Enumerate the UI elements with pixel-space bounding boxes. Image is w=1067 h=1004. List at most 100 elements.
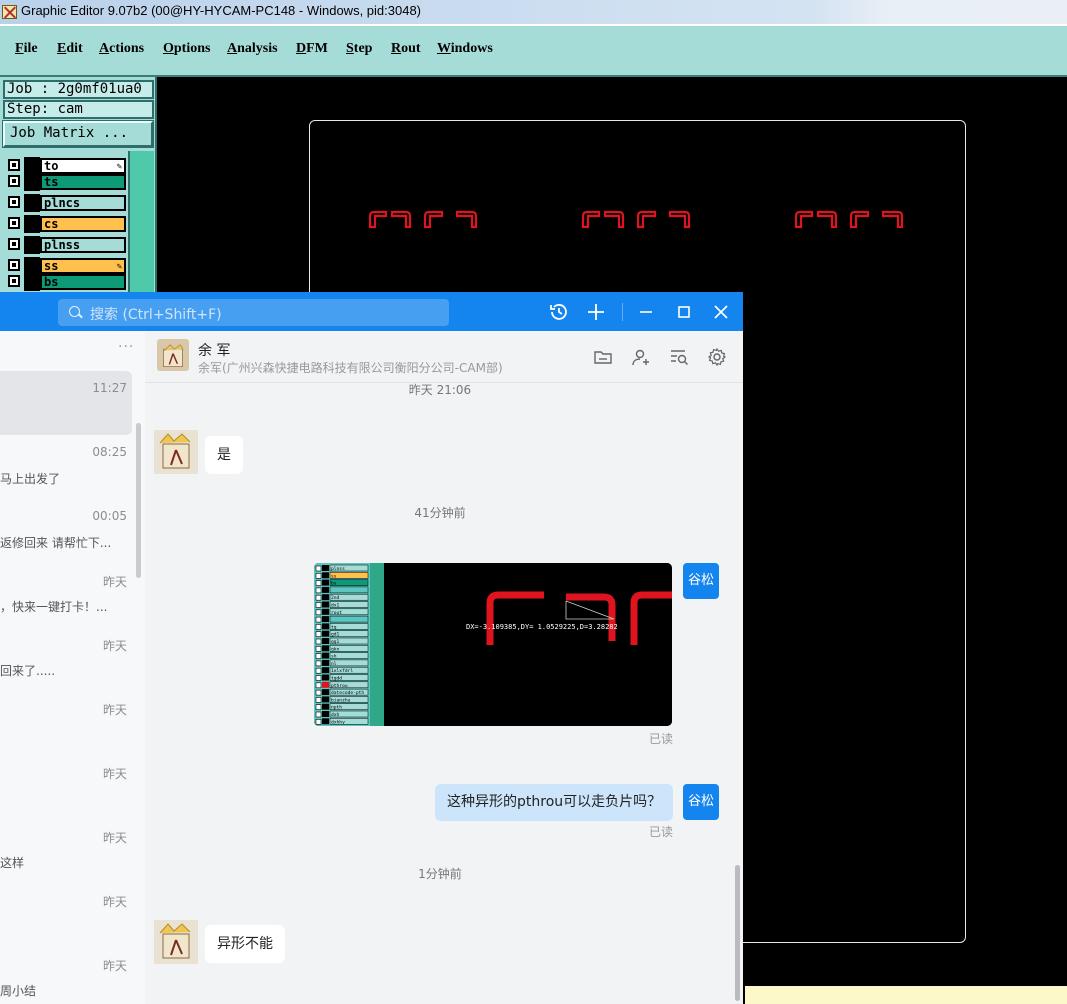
mini-layer-checkbox (315, 616, 322, 623)
mini-layer-name: 2nd (331, 595, 340, 601)
mini-layer-name: pthrou (331, 683, 348, 689)
layer-checkbox[interactable] (8, 259, 20, 271)
mini-layer-swatch (322, 659, 329, 666)
mini-layer-checkbox (315, 638, 322, 645)
contact-avatar-msg[interactable] (154, 920, 198, 964)
pthrou-shape (455, 210, 478, 229)
menu-step[interactable]: Step (346, 41, 372, 57)
settings-icon[interactable] (707, 347, 727, 367)
read-receipt: 已读 (649, 732, 674, 746)
pthrou-shape (881, 210, 904, 229)
menu-rout[interactable]: Rout (391, 41, 421, 57)
mini-layer-name: npth (331, 705, 342, 711)
layer-name: ts (40, 174, 126, 190)
conversation-item[interactable]: 08:25 马上出发了 (0, 435, 132, 499)
layer-checkbox[interactable] (8, 175, 20, 187)
message-area: 昨天 21:06 是 41分钟前 plnss ss bs 2nd dx1 rou… (145, 383, 743, 1004)
mini-layer-checkbox (315, 667, 322, 674)
layer-row-bs[interactable]: bs (6, 273, 126, 291)
editor-left-panel: Job : 2g0mf01ua0 Step: cam Job Matrix ..… (0, 77, 157, 311)
layer-edit-icon: ✎ (116, 262, 122, 272)
search-history-icon[interactable] (669, 347, 689, 367)
menu-analysis[interactable]: Analysis (227, 41, 278, 57)
mini-layer-checkbox (315, 704, 322, 710)
conversation-time: 昨天 (102, 639, 127, 653)
mini-layer-checkbox (315, 719, 322, 725)
avatar-image (154, 430, 198, 474)
layer-checkbox[interactable] (8, 238, 20, 250)
layer-row-plncs[interactable]: plncs (6, 194, 126, 212)
menu-edit[interactable]: Edit (57, 41, 83, 57)
menu-file[interactable]: File (15, 41, 38, 57)
folder-icon[interactable] (593, 347, 613, 367)
mini-layer-name: ss (331, 574, 337, 579)
mini-layer-swatch (322, 711, 329, 717)
conversation-item[interactable]: 昨天 回来了..... (0, 627, 132, 691)
conversation-item[interactable]: 昨天 (0, 691, 132, 755)
search-icon (69, 306, 80, 317)
job-matrix-button[interactable]: Job Matrix ... (2, 120, 154, 148)
menu-options[interactable]: Options (163, 41, 210, 57)
add-icon[interactable] (585, 301, 607, 323)
menu-dfm[interactable]: DFM (296, 41, 328, 57)
measure-readout: DX=-3.109385,DY= 1.0529225,D=3.28282 (466, 623, 618, 631)
message-scrollbar[interactable] (735, 865, 740, 1001)
mini-layer-swatch (322, 689, 329, 696)
chat-window: 搜索 (Ctrl+Shift+F) ··· 11:27 08:25 马上出发了 … (0, 292, 743, 1004)
layer-scrollbar[interactable] (128, 151, 154, 311)
pthrou-shape (636, 210, 657, 229)
image-message[interactable]: plnss ss bs 2nd dx1 rout tg gd1 gg1 gkn sh nl 1xlxfd… (314, 563, 672, 726)
chat-header: 余 军 余军(广州兴森快捷电路科技有限公司衡阳分公司-CAM部) (145, 331, 743, 383)
maximize-icon[interactable] (673, 301, 695, 323)
mini-layer-swatch (322, 586, 329, 593)
conversation-item[interactable]: 11:27 (0, 371, 132, 435)
mini-layer-checkbox (315, 609, 322, 616)
conversation-item[interactable]: 00:05 返修回来 请帮忙下... (0, 499, 132, 563)
pthrou-shape (368, 210, 388, 229)
screenshot-thumbnail: plnss ss bs 2nd dx1rout tg gd1gg1gkn shnl1xlxfd… (314, 563, 672, 726)
layer-checkbox[interactable] (8, 275, 20, 287)
pthrou-shape (816, 210, 838, 229)
layer-row-plnss[interactable]: plnss (6, 236, 126, 254)
mini-layer-name: dxhhy (331, 719, 345, 725)
history-icon[interactable] (548, 301, 570, 323)
layer-row-cs[interactable]: cs (6, 215, 126, 233)
conversation-item[interactable]: 昨天 (0, 755, 132, 819)
self-avatar[interactable]: 谷松 (683, 784, 719, 820)
pthrou-shape (794, 210, 814, 229)
conversation-item[interactable]: 昨天 (0, 883, 132, 947)
minimize-icon[interactable] (635, 301, 657, 323)
layer-checkbox[interactable] (8, 217, 20, 229)
timestamp-41min: 41分钟前 (414, 506, 466, 520)
conversation-scrollbar[interactable] (136, 423, 141, 578)
layer-checkbox[interactable] (8, 159, 20, 171)
editor-status-strip (745, 986, 1067, 1004)
mini-layer-name: bs (331, 581, 337, 587)
mini-layer-name: rout (331, 610, 342, 616)
menu-windows[interactable]: Windows (437, 41, 493, 57)
conversation-item[interactable]: 昨天 ，快来一键打卡！... (0, 563, 132, 627)
mini-layer-swatch (322, 579, 329, 586)
more-options-icon[interactable]: ··· (118, 339, 134, 355)
contact-avatar[interactable] (157, 339, 189, 371)
layer-name: cs (40, 216, 126, 232)
avatar-image (154, 920, 198, 964)
job-field: Job : 2g0mf01ua0 (3, 80, 154, 99)
close-icon[interactable] (710, 301, 732, 323)
mini-layer-swatch (322, 638, 329, 644)
layer-checkbox[interactable] (8, 196, 20, 208)
layer-row-ts[interactable]: ts (6, 173, 126, 191)
contact-avatar-msg[interactable] (154, 430, 198, 474)
menu-actions[interactable]: Actions (99, 41, 144, 57)
conversation-time: 08:25 (92, 445, 127, 459)
message-bubble-sent: 这种异形的pthrou可以走负片吗？ (435, 784, 674, 821)
conversation-item[interactable]: 昨天 这样 (0, 819, 132, 883)
pthrou-shape (390, 210, 412, 229)
conversation-item[interactable]: 昨天 周小结 (0, 947, 132, 1004)
mini-layer-name: gd1 (331, 632, 340, 638)
search-input[interactable]: 搜索 (Ctrl+Shift+F) (58, 299, 449, 326)
self-avatar[interactable]: 谷松 (683, 563, 719, 599)
mini-layer-name: tgdd (331, 676, 342, 682)
add-member-icon[interactable] (631, 347, 651, 367)
app-icon (2, 5, 17, 19)
